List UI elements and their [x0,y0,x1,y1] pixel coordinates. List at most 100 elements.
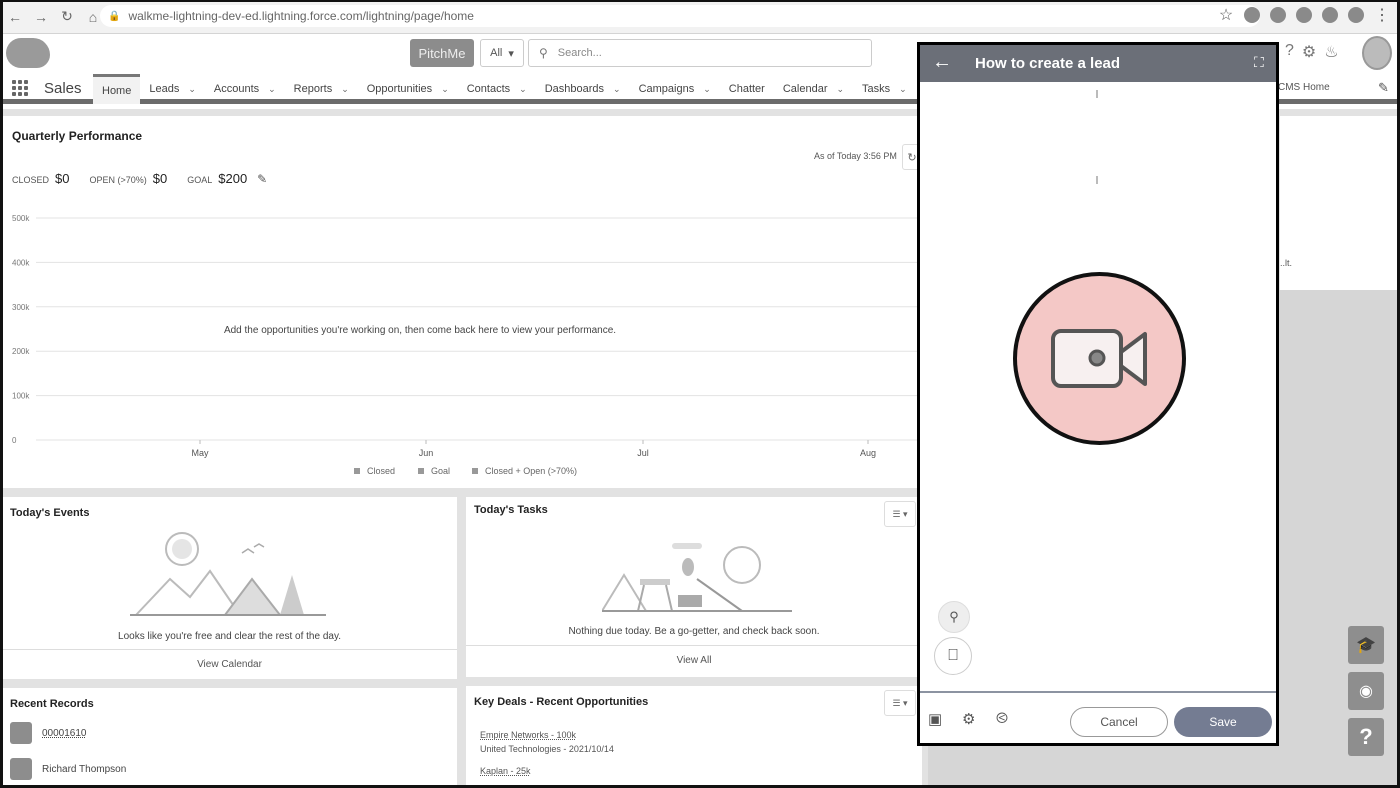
graduation-cap-icon[interactable]: 🎓 [1348,626,1384,664]
nav-tab-calendar[interactable]: Calendar ⌄ [774,74,853,104]
chevron-down-icon[interactable]: ⌄ [899,84,907,95]
nav-tab-label: Contacts [466,83,511,95]
cancel-button[interactable]: Cancel [1070,707,1168,737]
deal-item[interactable]: Kaplan - 25k [480,764,531,778]
stop-icon[interactable]: ▣ [928,710,942,728]
walkme-video-panel: ← How to create a lead ⛶ ⚲ ⎕ ▣ ⚙ ⧀ Cance… [917,42,1279,746]
open-label: OPEN (>70%) [89,175,147,185]
card-title: Quarterly Performance [12,129,143,143]
video-play-button[interactable] [1013,272,1186,445]
extension-icon[interactable] [1270,7,1286,23]
chevron-down-icon[interactable]: ⌄ [441,84,449,95]
chart-empty-message: Add the opportunities you're working on,… [224,325,616,336]
chevron-down-icon[interactable]: ⌄ [519,84,527,95]
edit-nav-icon[interactable]: ✎ [1378,80,1389,96]
help-icon[interactable]: ? [1285,42,1294,62]
view-calendar-link[interactable]: View Calendar [2,649,457,679]
list-item[interactable]: Richard Thompson [10,758,126,780]
floating-action-buttons: 🎓 ◉ ? [1348,626,1384,756]
header-utilities: ? ⚙ ♨ [1285,42,1339,62]
empty-message: Looks like you're free and clear the res… [118,631,341,642]
puzzle-icon[interactable] [1322,7,1338,23]
bell-icon[interactable]: ♨ [1324,42,1338,62]
back-icon[interactable]: ← [4,6,26,28]
divider-mark [1096,176,1098,184]
nav-tab-label: Calendar [782,83,828,95]
help-question-icon[interactable]: ? [1348,718,1384,756]
deal-name: Empire Networks - 100k [480,730,577,740]
bookmark-star-icon[interactable]: ☆ [1218,7,1234,24]
y-tick-label: 200k [12,347,30,356]
nav-tab-chatter[interactable]: Chatter [720,74,774,104]
truncated-text: ..lt. [1280,258,1293,268]
gear-icon[interactable]: ⚙ [962,710,975,728]
chevron-down-icon[interactable]: ⌄ [836,84,844,95]
as-of-timestamp: As of Today 3:56 PM [814,151,897,161]
edit-goal-icon[interactable]: ✎ [257,172,267,186]
nav-tab-campaigns[interactable]: Campaigns ⌄ [630,74,720,104]
nav-tab-opportunities[interactable]: Opportunities ⌄ [358,74,458,104]
pitchme-button[interactable]: PitchMe [410,39,474,67]
nav-tab-cms-home[interactable]: CMS Home [1278,82,1330,93]
robot-icon[interactable]: ◉ [1348,672,1384,710]
view-all-tasks-link[interactable]: View All [466,645,922,675]
nav-tab-accounts[interactable]: Accounts ⌄ [205,74,285,104]
closed-label: CLOSED [12,175,50,185]
x-tick-label: Jul [637,448,649,458]
legend-label: Closed + Open (>70%) [485,466,577,476]
nav-tab-dashboards[interactable]: Dashboards ⌄ [536,74,630,104]
search-scope-value: All [490,47,503,59]
search-scope-select[interactable]: All ▾ [480,39,524,67]
y-tick-label: 0 [12,436,17,445]
record-icon [10,722,32,744]
nav-tab-tasks[interactable]: Tasks ⌄ [853,74,916,104]
extension-icon[interactable] [1244,7,1260,23]
lock-icon: 🔒 [108,10,121,22]
quarterly-performance-card: Quarterly Performance As of Today 3:56 P… [2,116,922,488]
reload-icon[interactable]: ↻ [56,6,78,28]
nav-tab-label: Dashboards [544,83,605,95]
share-icon[interactable]: ⧀ [996,710,1008,727]
search-placeholder: Search... [557,47,602,59]
user-avatar[interactable] [1362,36,1392,70]
nav-tab-home[interactable]: Home [93,74,141,104]
chart-svg: 500k 400k 300k 200k 100k 0 May Jun Jul Aug Add the… [12,214,918,476]
address-bar[interactable]: 🔒 walkme-lightning-dev-ed.lightning.forc… [100,5,1260,27]
deal-item[interactable]: Empire Networks - 100k United Technologi… [480,728,614,756]
extension-icon[interactable] [1296,7,1312,23]
panel-footer: ▣ ⚙ ⧀ Cancel Save [920,691,1276,743]
chevron-down-icon[interactable]: ⌄ [703,84,711,95]
nav-tab-contacts[interactable]: Contacts ⌄ [458,74,536,104]
record-name: 00001610 [42,727,87,739]
card-title: Recent Records [10,698,94,710]
deals-filter-dropdown[interactable]: ☰ ▾ [884,690,916,716]
app-launcher-icon[interactable] [12,80,28,96]
y-tick-label: 500k [12,214,30,223]
video-camera-icon [1051,329,1147,388]
chevron-down-icon[interactable]: ⌄ [188,84,196,95]
profile-icon[interactable] [1348,7,1364,23]
chevron-down-icon[interactable]: ⌄ [341,84,349,95]
nav-tab-reports[interactable]: Reports ⌄ [285,74,358,104]
global-search-input[interactable]: ⚲ Search... [528,39,872,67]
open-value: $0 [152,171,168,186]
y-tick-label: 300k [12,303,30,312]
contact-icon [10,758,32,780]
forward-icon[interactable]: → [30,6,52,28]
list-item[interactable]: 00001610 [10,722,87,744]
exit-icon[interactable]: ⎕ [934,637,972,675]
nav-tab-label: Home [102,84,132,97]
nav-tab-leads[interactable]: Leads ⌄ [140,74,205,104]
chevron-down-icon[interactable]: ⌄ [268,84,276,95]
legend-label: Closed [367,466,395,476]
tasks-filter-dropdown[interactable]: ☰ ▾ [884,501,916,527]
gear-icon[interactable]: ⚙ [1302,42,1316,62]
save-button[interactable]: Save [1174,707,1272,737]
todays-tasks-card: Today's Tasks ☰ ▾ Nothing due today. Be … [466,497,922,677]
kebab-menu-icon[interactable]: ⋮ [1374,7,1390,24]
expand-icon[interactable]: ⛶ [1254,54,1264,71]
back-arrow-icon[interactable]: ← [932,51,952,74]
chevron-down-icon[interactable]: ⌄ [613,84,621,95]
zoom-in-icon[interactable]: ⚲ [938,601,970,633]
card-title: Today's Tasks [474,504,548,516]
